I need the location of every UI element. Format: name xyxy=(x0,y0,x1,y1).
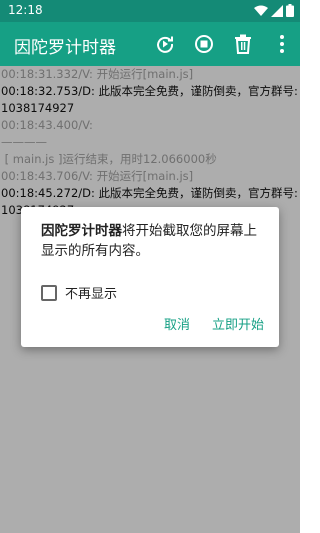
trash-icon xyxy=(235,34,251,54)
more-options-button[interactable] xyxy=(270,32,294,56)
app-bar: 因陀罗计时器 xyxy=(0,22,300,66)
stop-icon xyxy=(195,35,213,53)
checkbox-label: 不再显示 xyxy=(65,287,118,302)
status-bar: 12:18 xyxy=(0,0,300,22)
status-time: 12:18 xyxy=(8,3,43,17)
app-bar-actions xyxy=(153,32,294,56)
app-title: 因陀罗计时器 xyxy=(14,38,116,58)
dialog-message: 因陀罗计时器将开始截取您的屏幕上显示的所有内容。 xyxy=(41,221,263,261)
screen-capture-dialog: 因陀罗计时器将开始截取您的屏幕上显示的所有内容。 不再显示 取消 立即开始 xyxy=(21,207,279,347)
signal-icon xyxy=(271,4,283,17)
status-icons xyxy=(254,4,294,17)
cancel-button[interactable]: 取消 xyxy=(164,314,190,333)
run-script-button[interactable] xyxy=(153,32,177,56)
checkbox-icon xyxy=(41,284,57,301)
start-now-button[interactable]: 立即开始 xyxy=(212,314,264,333)
delete-button[interactable] xyxy=(231,32,255,56)
battery-icon xyxy=(286,4,294,17)
replay-icon xyxy=(157,36,174,53)
dialog-app-name: 因陀罗计时器 xyxy=(41,223,122,239)
wifi-icon xyxy=(254,5,268,16)
dont-show-again-checkbox[interactable]: 不再显示 xyxy=(41,283,117,302)
more-vert-icon xyxy=(280,35,284,53)
stop-button[interactable] xyxy=(192,32,216,56)
